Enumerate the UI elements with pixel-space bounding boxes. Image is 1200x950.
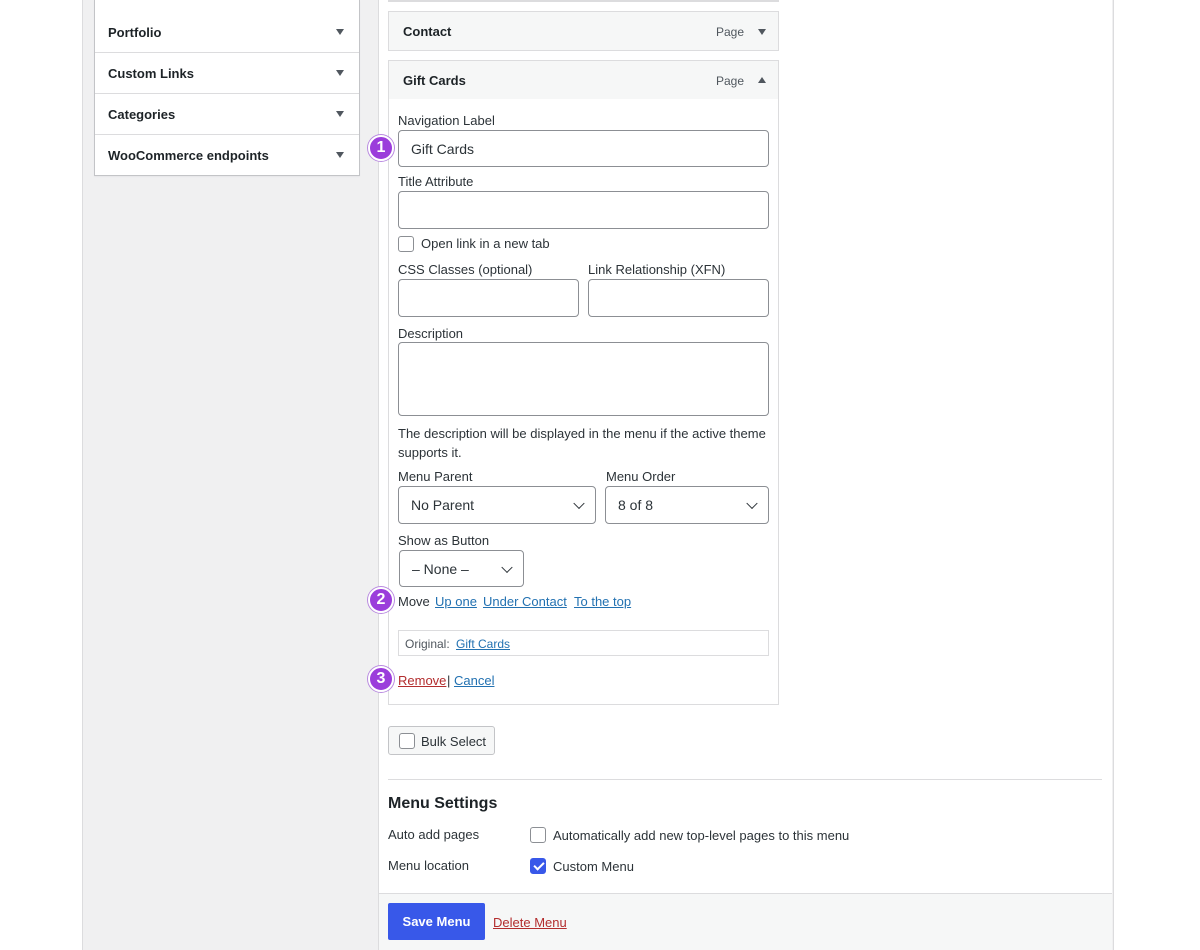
custom-menu-checkbox[interactable] [530, 858, 546, 874]
step-badge-3: 3 [368, 666, 394, 692]
title-attribute-input[interactable] [398, 191, 769, 229]
title-attribute-label: Title Attribute [398, 174, 474, 189]
description-textarea[interactable] [398, 342, 769, 416]
expand-arrow-icon[interactable] [758, 29, 766, 35]
custom-menu-option: Custom Menu [553, 859, 634, 874]
auto-add-checkbox[interactable] [530, 827, 546, 843]
show-as-button-label: Show as Button [398, 533, 490, 548]
menu-item-contact[interactable]: Contact Page [388, 11, 779, 51]
step-badge-2: 2 [368, 587, 394, 613]
menu-order-select[interactable]: 8 of 8 [605, 486, 769, 524]
new-tab-checkbox[interactable] [398, 236, 414, 252]
menu-item-title: Contact [403, 24, 452, 39]
original-label: Original: [405, 637, 450, 651]
menu-location-label: Menu location [388, 858, 469, 873]
accordion-custom-links[interactable]: Custom Links [95, 53, 359, 94]
triangle-down-icon [336, 29, 344, 35]
chevron-down-icon [573, 497, 585, 510]
original-link-box: Original: Gift Cards [398, 630, 769, 656]
bulk-select-checkbox[interactable] [399, 733, 415, 749]
description-help-text: The description will be displayed in the… [398, 426, 766, 460]
move-up-one-link[interactable]: Up one [435, 594, 477, 609]
navigation-label-input[interactable] [398, 130, 769, 167]
bulk-select-button[interactable]: Bulk Select [388, 726, 495, 755]
nav-label-label: Navigation Label [398, 113, 495, 128]
remove-link[interactable]: Remove [398, 673, 446, 688]
delete-menu-link[interactable]: Delete Menu [493, 915, 567, 930]
auto-add-label: Auto add pages [388, 827, 480, 842]
cancel-link[interactable]: Cancel [454, 673, 494, 688]
save-menu-button[interactable]: Save Menu [388, 903, 485, 940]
new-tab-label: Open link in a new tab [421, 236, 550, 251]
menu-item-type: Page [715, 74, 744, 88]
xfn-input[interactable] [588, 279, 769, 317]
accordion-portfolio[interactable]: Portfolio [95, 12, 359, 53]
menu-order-label: Menu Order [606, 469, 676, 484]
add-menu-items-panel: Portfolio Custom Links Categories WooCom… [94, 0, 360, 176]
chevron-down-icon [746, 497, 758, 510]
move-under-contact-link[interactable]: Under Contact [483, 594, 567, 609]
previous-item-edge [388, 0, 779, 2]
collapse-arrow-icon[interactable] [758, 77, 766, 83]
xfn-label: Link Relationship (XFN) [588, 262, 726, 277]
triangle-down-icon [336, 152, 344, 158]
step-badge-1: 1 [368, 135, 394, 161]
menu-parent-value: No Parent [411, 497, 475, 513]
menu-parent-label: Menu Parent [398, 469, 473, 484]
chevron-down-icon [501, 561, 513, 573]
accordion-categories[interactable]: Categories [95, 94, 359, 135]
menu-item-type: Page [715, 25, 744, 39]
accordion-label: Categories [108, 106, 176, 122]
menu-item-title: Gift Cards [403, 73, 466, 88]
auto-add-option: Automatically add new top-level pages to… [553, 828, 850, 843]
link-separator: | [447, 673, 451, 688]
original-link[interactable]: Gift Cards [456, 637, 510, 651]
description-label: Description [398, 326, 464, 341]
section-divider [388, 779, 1102, 780]
move-to-top-link[interactable]: To the top [574, 594, 631, 609]
accordion-label: Custom Links [108, 65, 194, 81]
menu-settings-heading: Menu Settings [388, 795, 498, 812]
move-label: Move [398, 594, 430, 609]
bulk-select-label: Bulk Select [421, 734, 487, 749]
css-classes-input[interactable] [398, 279, 579, 317]
show-as-button-select[interactable]: – None – [399, 550, 524, 587]
menu-footer [378, 893, 1112, 950]
menu-order-value: 8 of 8 [618, 497, 654, 513]
menu-item-gift-cards[interactable]: Gift Cards Page [388, 60, 779, 100]
show-as-button-value: – None – [412, 560, 469, 577]
accordion-label: Portfolio [108, 24, 162, 40]
accordion-label: WooCommerce endpoints [108, 148, 269, 163]
triangle-down-icon [336, 70, 344, 76]
accordion-woocommerce-endpoints[interactable]: WooCommerce endpoints [95, 135, 359, 176]
triangle-down-icon [336, 111, 344, 117]
menu-parent-select[interactable]: No Parent [398, 486, 596, 524]
css-classes-label: CSS Classes (optional) [398, 262, 533, 277]
